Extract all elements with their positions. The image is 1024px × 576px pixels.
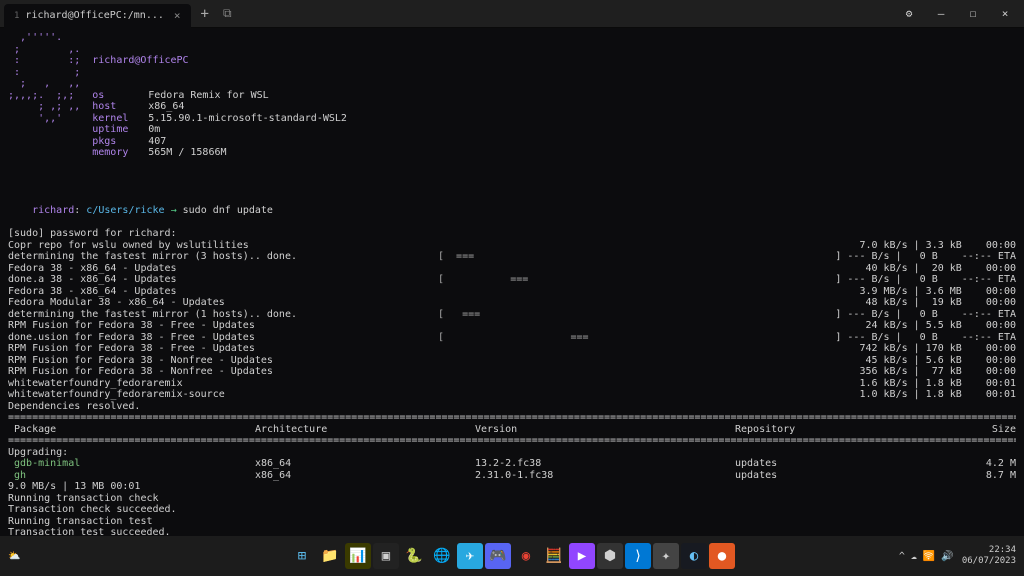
app4-icon[interactable]: ● [709, 543, 735, 569]
minimize-button[interactable]: — [926, 2, 956, 26]
split-pane-button[interactable]: ⧉ [219, 6, 236, 21]
window-tab[interactable]: 1 richard@OfficePC:/mn... × [4, 4, 191, 28]
transaction-line: Transaction check succeeded. [8, 504, 1016, 516]
repo-row: whitewaterfoundry_fedoraremix-source1.0 … [8, 389, 1016, 401]
vscode-icon[interactable]: ⟩ [625, 543, 651, 569]
wifi-icon[interactable]: 🛜 [923, 551, 935, 562]
taskbar-clock[interactable]: 22:34 06/07/2023 [962, 545, 1016, 567]
repo-row: whitewaterfoundry_fedoraremix1.6 kB/s | … [8, 378, 1016, 390]
prompt-line: richard: c/Users/ricke → sudo dnf update [8, 194, 1016, 229]
repo-row: RPM Fusion for Fedora 38 - Free - Update… [8, 343, 1016, 355]
clock-date: 06/07/2023 [962, 556, 1016, 567]
edge-icon[interactable]: 🌐 [429, 543, 455, 569]
transaction-line: Transaction test succeeded. [8, 527, 1016, 536]
repo-row: determining the fastest mirror (1 hosts)… [8, 309, 1016, 321]
close-button[interactable]: × [990, 2, 1020, 26]
clock-time: 22:34 [962, 545, 1016, 556]
chrome-icon[interactable]: ◉ [513, 543, 539, 569]
maximize-button[interactable]: ☐ [958, 2, 988, 26]
settings-icon[interactable]: ⚙ [894, 2, 924, 26]
sysinfo-row: uptime0m [92, 124, 347, 136]
deps-resolved: Dependencies resolved. [8, 401, 1016, 413]
tab-close-icon[interactable]: × [174, 9, 181, 22]
table-divider-mid: ========================================… [8, 435, 1016, 447]
tray-chevron-icon[interactable]: ^ [899, 551, 905, 562]
taskbar: ⛅ ⊞📁📊▣🐍🌐✈🎮◉🧮▶⬢⟩✦◐● ^ ☁ 🛜 🔊 22:34 06/07/2… [0, 536, 1024, 576]
repo-row: RPM Fusion for Fedora 38 - Nonfree - Upd… [8, 366, 1016, 378]
onedrive-icon[interactable]: ☁ [911, 551, 917, 562]
weather-icon: ⛅ [8, 551, 20, 562]
new-tab-button[interactable]: + [191, 6, 219, 22]
repo-row: determining the fastest mirror (3 hosts)… [8, 251, 1016, 263]
repo-row: done.usion for Fedora 38 - Free - Update… [8, 332, 1016, 344]
table-header: Package Architecture Version Repository … [8, 424, 1016, 436]
taskmgr-icon[interactable]: 📊 [345, 543, 371, 569]
tab-index: 1 [14, 11, 19, 21]
repo-row: RPM Fusion for Fedora 38 - Free - Update… [8, 320, 1016, 332]
titlebar: 1 richard@OfficePC:/mn... × + ⧉ ⚙ — ☐ × [0, 0, 1024, 28]
app3-icon[interactable]: ✦ [653, 543, 679, 569]
repo-row: Fedora 38 - x86_64 - Updates40 kB/s | 20… [8, 263, 1016, 275]
repo-row: done.a 38 - x86_64 - Updates[ ===] --- B… [8, 274, 1016, 286]
app1-icon[interactable]: ⬢ [597, 543, 623, 569]
repo-row: Fedora Modular 38 - x86_64 - Updates48 k… [8, 297, 1016, 309]
steam-icon[interactable]: ◐ [681, 543, 707, 569]
discord-icon[interactable]: 🎮 [485, 543, 511, 569]
terminal-output[interactable]: ,'''''. ; ,. : :; : ; ; , ,, ;,,,;. ;,; … [0, 28, 1024, 536]
download-stats: 9.0 MB/s | 13 MB 00:01 [8, 481, 1016, 493]
sysinfo-row: memory565M / 15866M [92, 147, 347, 159]
taskbar-weather[interactable]: ⛅ [8, 551, 20, 562]
terminal-icon[interactable]: ▣ [373, 543, 399, 569]
package-row: gdb-minimalx86_6413.2-2.fc38updates4.2 M [8, 458, 1016, 470]
telegram-icon[interactable]: ✈ [457, 543, 483, 569]
python-icon[interactable]: 🐍 [401, 543, 427, 569]
system-info: richard@OfficePC osFedora Remix for WSLh… [92, 32, 347, 182]
package-row: ghx86_642.31.0-1.fc38updates8.7 M [8, 470, 1016, 482]
transaction-line: Running transaction check [8, 493, 1016, 505]
tab-title: richard@OfficePC:/mn... [25, 10, 163, 21]
repo-row: Fedora 38 - x86_64 - Updates3.9 MB/s | 3… [8, 286, 1016, 298]
transaction-line: Running transaction test [8, 516, 1016, 528]
calc-icon[interactable]: 🧮 [541, 543, 567, 569]
sysinfo-row: pkgs407 [92, 136, 347, 148]
sysinfo-row: osFedora Remix for WSL [92, 90, 347, 102]
twitch-icon[interactable]: ▶ [569, 543, 595, 569]
repo-row: Copr repo for wslu owned by wslutilities… [8, 240, 1016, 252]
volume-icon[interactable]: 🔊 [941, 551, 953, 562]
ascii-logo: ,'''''. ; ,. : :; : ; ; , ,, ;,,,;. ;,; … [8, 32, 80, 182]
table-divider-top: ========================================… [8, 412, 1016, 424]
sysinfo-row: hostx86_64 [92, 101, 347, 113]
system-tray[interactable]: ^ ☁ 🛜 🔊 [899, 551, 954, 562]
sysinfo-row: kernel5.15.90.1-microsoft-standard-WSL2 [92, 113, 347, 125]
start-icon[interactable]: ⊞ [289, 543, 315, 569]
sysinfo-user: richard@OfficePC [92, 55, 347, 67]
taskbar-apps: ⊞📁📊▣🐍🌐✈🎮◉🧮▶⬢⟩✦◐● [289, 543, 735, 569]
sudo-prompt: [sudo] password for richard: [8, 228, 1016, 240]
table-section: Upgrading: [8, 447, 1016, 459]
explorer-icon[interactable]: 📁 [317, 543, 343, 569]
repo-row: RPM Fusion for Fedora 38 - Nonfree - Upd… [8, 355, 1016, 367]
